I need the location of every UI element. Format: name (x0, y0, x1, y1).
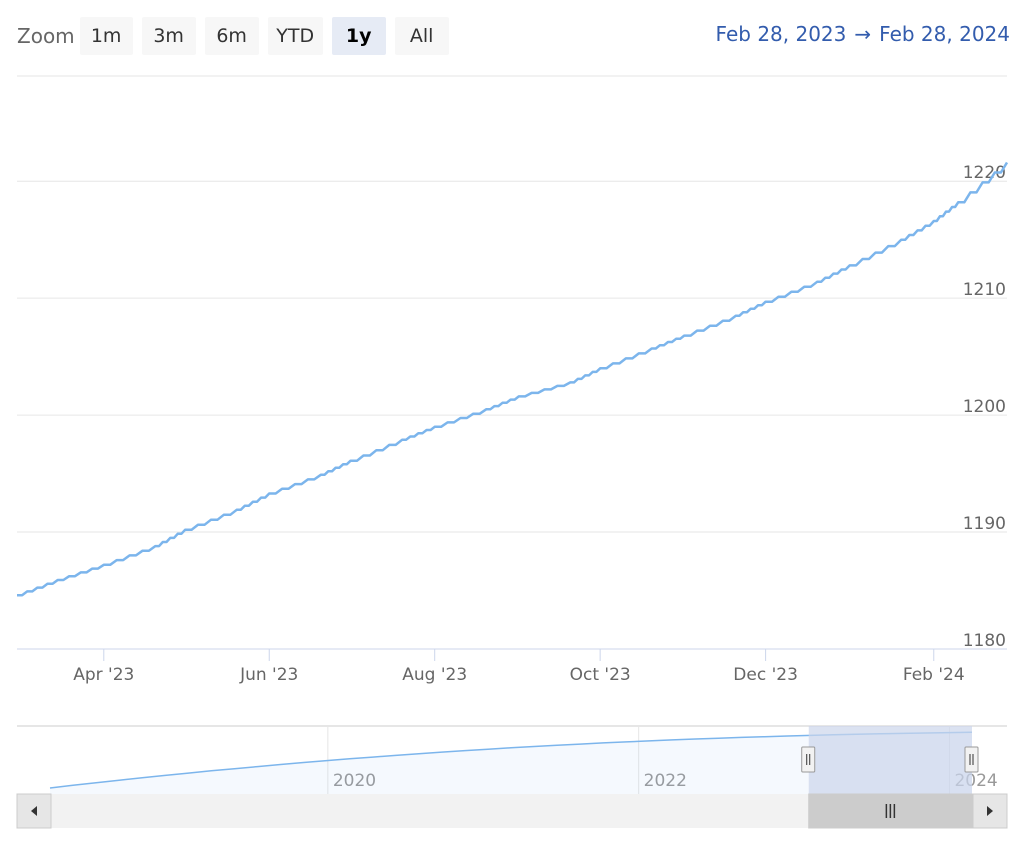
x-axis: Apr '23 Jun '23 Aug '23 Oct '23 Dec '23 Feb '… (73, 649, 965, 685)
x-tick-label: Apr '23 (73, 665, 134, 685)
y-tick-label: 1180 (963, 631, 1006, 651)
y-tick-label: 1210 (963, 280, 1006, 300)
y-axis-labels: 11801190120012101220 (963, 163, 1006, 651)
y-tick-label: 1190 (963, 514, 1006, 534)
y-tick-label: 1200 (963, 397, 1006, 417)
x-tick-label: Oct '23 (570, 665, 631, 685)
navigator[interactable]: 202020222024 (17, 725, 1007, 794)
navigator-left-handle[interactable] (801, 746, 816, 773)
y-grid-lines (17, 75, 1007, 533)
x-tick-label: Feb '24 (903, 665, 965, 685)
x-tick-label: Aug '23 (402, 665, 467, 685)
series-line (17, 161, 1009, 597)
price-chart: 11801190120012101220 Apr '23 Jun '23 Aug '… (16, 75, 1009, 829)
navigator-right-handle[interactable] (964, 746, 979, 773)
x-tick-label: Jun '23 (239, 665, 298, 685)
scrollbar[interactable] (16, 793, 1008, 829)
x-tick-label: Dec '23 (733, 665, 798, 685)
navigator-selected-range[interactable] (808, 726, 972, 794)
